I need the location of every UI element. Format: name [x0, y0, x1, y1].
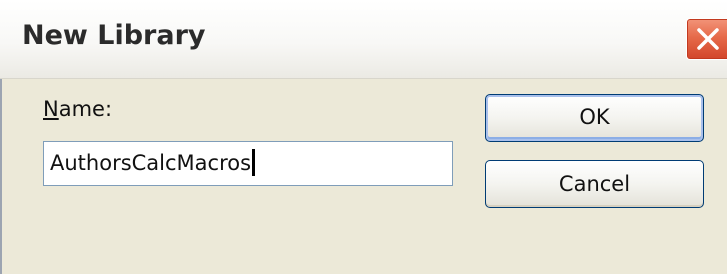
name-label-text: ame: — [58, 97, 113, 121]
new-library-dialog: New Library Name: AuthorsCalcMacros OK C… — [0, 0, 727, 274]
cancel-button[interactable]: Cancel — [485, 160, 704, 208]
title-bar[interactable]: New Library — [0, 0, 727, 79]
name-label-accelerator: N — [43, 97, 59, 121]
library-name-value: AuthorsCalcMacros — [50, 151, 252, 175]
window-frame-edge — [0, 78, 2, 274]
dialog-title: New Library — [22, 20, 206, 51]
close-button[interactable] — [686, 18, 727, 60]
close-icon — [697, 28, 719, 50]
library-name-input[interactable]: AuthorsCalcMacros — [43, 141, 453, 186]
name-label: Name: — [43, 97, 112, 121]
ok-button[interactable]: OK — [485, 94, 704, 142]
text-caret — [252, 148, 256, 176]
